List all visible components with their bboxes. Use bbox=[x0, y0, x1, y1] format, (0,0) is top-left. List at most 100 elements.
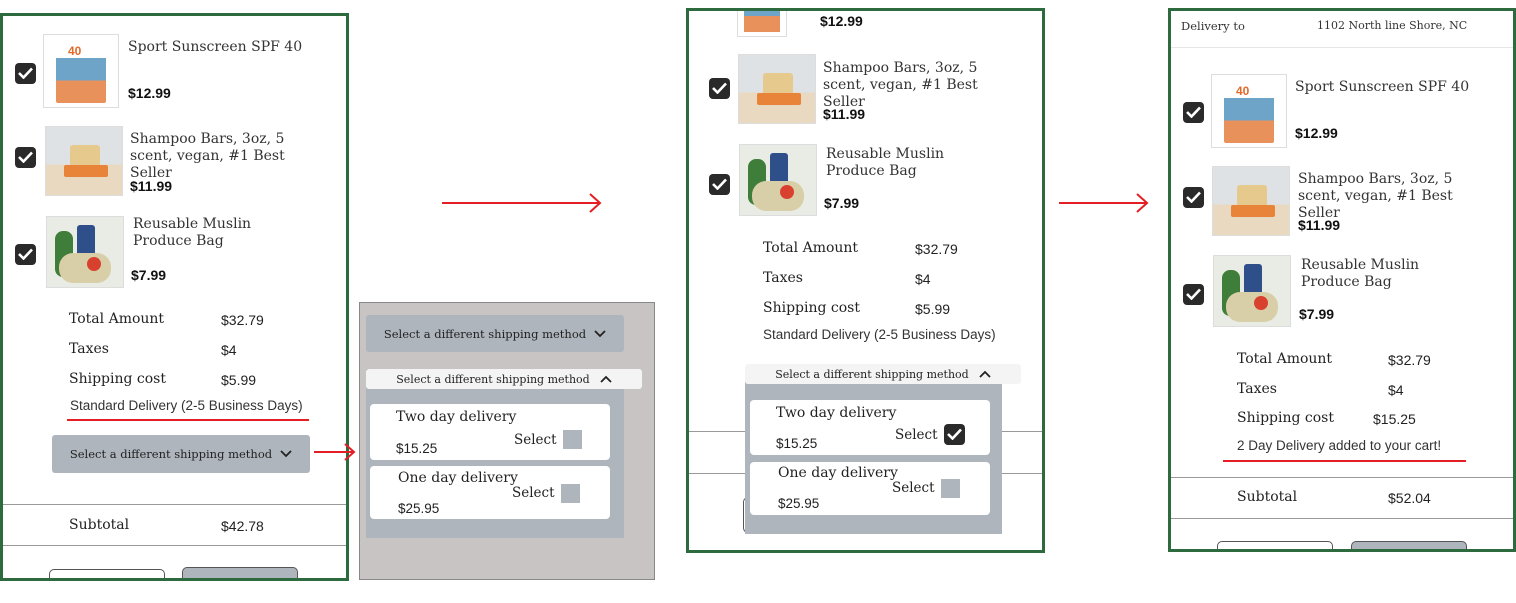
shipping-method-toggle-label: Select a different shipping method bbox=[69, 447, 273, 461]
shipping-cost-label: Shipping cost bbox=[763, 300, 860, 316]
option-select-label: Select bbox=[892, 480, 935, 496]
product-name: Shampoo Bars, 3oz, 5 scent, vegan, #1 Be… bbox=[130, 131, 285, 181]
shipping-cost-label: Shipping cost bbox=[1237, 410, 1334, 426]
subtotal-value: $42.78 bbox=[221, 518, 264, 534]
option-select-checkbox[interactable] bbox=[561, 484, 580, 503]
secondary-button[interactable] bbox=[1217, 541, 1333, 549]
chevron-up-icon bbox=[600, 375, 612, 383]
option-select-checkbox-checked[interactable] bbox=[944, 424, 965, 445]
taxes-value: $4 bbox=[1388, 382, 1404, 398]
product-checkbox-sunscreen[interactable] bbox=[1183, 102, 1204, 123]
product-price: $12.99 bbox=[820, 13, 863, 29]
product-price: $12.99 bbox=[128, 85, 171, 101]
option-select-label: Select bbox=[895, 427, 938, 443]
product-name: Reusable Muslin Produce Bag bbox=[826, 146, 945, 179]
divider bbox=[1171, 477, 1513, 478]
divider bbox=[3, 545, 346, 546]
product-checkbox-produce-bag[interactable] bbox=[15, 244, 36, 265]
cart-panel-initial: 40 Sport Sunscreen SPF 40 $12.99 Shampoo… bbox=[0, 13, 349, 581]
option-select-checkbox[interactable] bbox=[941, 479, 960, 498]
shipping-cost-label: Shipping cost bbox=[69, 371, 166, 387]
option-select-checkbox[interactable] bbox=[563, 430, 582, 449]
option-price: $15.25 bbox=[776, 436, 818, 451]
option-price: $25.95 bbox=[398, 501, 440, 516]
cart-panel-selecting: $12.99 Shampoo Bars, 3oz, 5 scent, vegan… bbox=[686, 8, 1045, 553]
option-name: One day delivery bbox=[778, 465, 898, 481]
divider bbox=[3, 504, 346, 505]
delivery-address: 1102 North line Shore, NC bbox=[1317, 19, 1468, 32]
cart-panel-updated: Delivery to 1102 North line Shore, NC 40… bbox=[1168, 8, 1516, 552]
sunscreen-image bbox=[737, 11, 787, 37]
product-price: $11.99 bbox=[823, 106, 866, 122]
flow-arrow-icon bbox=[442, 193, 602, 213]
product-price: $7.99 bbox=[824, 195, 860, 211]
shipping-method-toggle-label: Select a different shipping method bbox=[383, 326, 587, 341]
produce-bag-image bbox=[739, 144, 817, 216]
total-amount-value: $32.79 bbox=[1388, 352, 1431, 368]
divider bbox=[1171, 47, 1513, 48]
chevron-down-icon bbox=[594, 329, 606, 337]
shampoo-bar-image bbox=[738, 54, 816, 124]
shipping-option-two-day[interactable]: Two day delivery $15.25 Select bbox=[750, 400, 990, 455]
delivery-confirmation: 2 Day Delivery added to your cart! bbox=[1237, 438, 1442, 453]
chevron-up-icon bbox=[979, 370, 991, 378]
taxes-label: Taxes bbox=[1237, 381, 1277, 397]
product-checkbox-produce-bag[interactable] bbox=[1183, 284, 1204, 305]
total-amount-value: $32.79 bbox=[221, 312, 264, 328]
shipping-option-one-day[interactable]: One day delivery $25.95 Select bbox=[750, 462, 990, 515]
product-name: Reusable Muslin Produce Bag bbox=[1301, 257, 1420, 290]
product-checkbox-sunscreen[interactable] bbox=[15, 63, 36, 84]
taxes-value: $4 bbox=[915, 271, 931, 287]
shipping-method-toggle-open[interactable]: Select a different shipping method bbox=[366, 369, 642, 389]
highlight-underline bbox=[67, 419, 309, 421]
taxes-label: Taxes bbox=[69, 341, 109, 357]
option-name: Two day delivery bbox=[776, 405, 897, 421]
shampoo-bar-image bbox=[45, 126, 123, 196]
option-price: $15.25 bbox=[396, 441, 438, 456]
option-name: Two day delivery bbox=[396, 409, 517, 425]
total-amount-label: Total Amount bbox=[69, 311, 165, 327]
sunscreen-image: 40 bbox=[1211, 74, 1287, 148]
flow-arrow-icon bbox=[1059, 193, 1149, 213]
product-price: $12.99 bbox=[1295, 125, 1338, 141]
product-name: Sport Sunscreen SPF 40 bbox=[128, 39, 303, 55]
produce-bag-image bbox=[46, 216, 124, 288]
flow-arrow-icon bbox=[314, 443, 356, 461]
divider bbox=[1171, 518, 1513, 519]
product-checkbox-produce-bag[interactable] bbox=[709, 174, 730, 195]
delivery-label: Delivery to bbox=[1181, 19, 1245, 33]
total-amount-label: Total Amount bbox=[1237, 351, 1333, 367]
total-amount-label: Total Amount bbox=[763, 240, 859, 256]
shipping-cost-value: $5.99 bbox=[915, 301, 951, 317]
shipping-method-toggle[interactable]: Select a different shipping method bbox=[366, 315, 624, 352]
product-price: $11.99 bbox=[1298, 217, 1341, 233]
shipping-method-toggle-label: Select a different shipping method bbox=[775, 367, 969, 381]
secondary-button[interactable] bbox=[49, 569, 165, 578]
product-price: $7.99 bbox=[1299, 306, 1335, 322]
total-amount-value: $32.79 bbox=[915, 241, 958, 257]
product-name: Reusable Muslin Produce Bag bbox=[133, 216, 252, 249]
subtotal-label: Subtotal bbox=[1237, 489, 1298, 505]
primary-button[interactable] bbox=[1351, 541, 1467, 549]
taxes-label: Taxes bbox=[763, 270, 803, 286]
option-select-label: Select bbox=[514, 432, 557, 448]
sunscreen-image: 40 bbox=[43, 34, 119, 108]
shipping-option-one-day[interactable]: One day delivery $25.95 Select bbox=[370, 466, 610, 519]
shipping-cost-value: $5.99 bbox=[221, 372, 257, 388]
product-price: $11.99 bbox=[130, 178, 173, 194]
product-checkbox-shampoo[interactable] bbox=[709, 78, 730, 99]
produce-bag-image bbox=[1213, 255, 1291, 327]
option-name: One day delivery bbox=[398, 470, 518, 486]
product-checkbox-shampoo[interactable] bbox=[1183, 187, 1204, 208]
product-checkbox-shampoo[interactable] bbox=[15, 147, 36, 168]
shipping-cost-value: $15.25 bbox=[1373, 411, 1416, 427]
shipping-method-toggle-open[interactable]: Select a different shipping method bbox=[745, 364, 1021, 384]
product-price: $7.99 bbox=[131, 267, 167, 283]
subtotal-label: Subtotal bbox=[69, 517, 130, 533]
primary-button[interactable] bbox=[182, 567, 298, 578]
taxes-value: $4 bbox=[221, 342, 237, 358]
option-price: $25.95 bbox=[778, 496, 820, 511]
shipping-option-two-day[interactable]: Two day delivery $15.25 Select bbox=[370, 404, 610, 460]
shipping-method-toggle[interactable]: Select a different shipping method bbox=[52, 435, 310, 473]
shipping-method-toggle-label: Select a different shipping method bbox=[396, 372, 590, 386]
